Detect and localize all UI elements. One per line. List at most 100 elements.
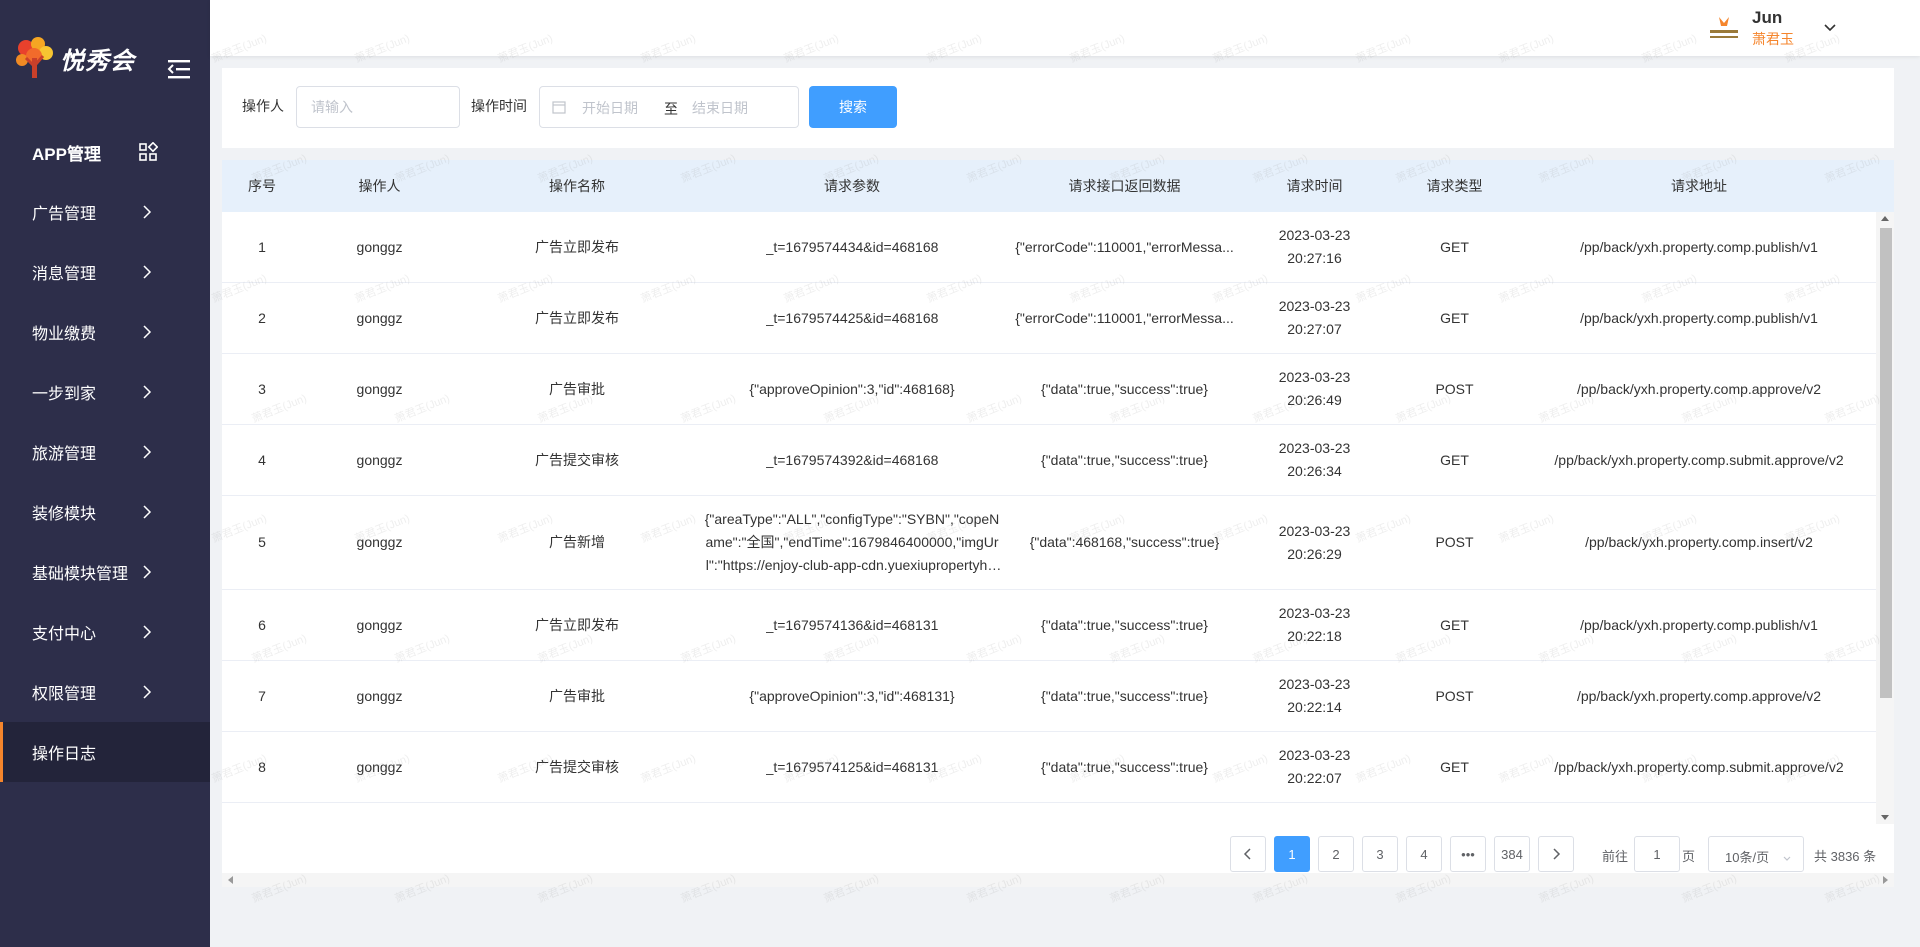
column-header-params: 请求参数	[824, 178, 880, 194]
sidebar-item-travel-management[interactable]: 旅游管理	[0, 422, 210, 482]
sidebar-item-ad-management[interactable]: 广告管理	[0, 182, 210, 242]
cell-url: /pp/back/yxh.property.comp.insert/v2	[1522, 496, 1876, 589]
cell-url: /pp/back/yxh.property.comp.approve/v2	[1522, 354, 1876, 424]
next-page-button[interactable]	[1538, 836, 1574, 872]
cell-action-text: 广告提交审核	[535, 758, 619, 775]
scroll-right-icon[interactable]	[1883, 876, 1888, 884]
cell-operator-text: gonggz	[356, 380, 403, 397]
scroll-up-icon[interactable]	[1881, 216, 1889, 221]
operator-input[interactable]	[296, 86, 460, 128]
sidebar-item-label: 支付中心	[32, 626, 97, 643]
prev-page-button[interactable]	[1230, 836, 1266, 872]
cell-response-text: {"data":true,"success":true}	[1041, 380, 1208, 397]
sidebar-item-message-management[interactable]: 消息管理	[0, 242, 210, 302]
chevron-right-icon	[140, 384, 154, 400]
cell-params-text: _t=1679574425&id=468168	[765, 309, 939, 326]
cell-response: {"data":true,"success":true}	[1007, 354, 1242, 424]
cell-request-time: 2023-03-23 20:27:16	[1242, 212, 1387, 282]
sidebar-item-operation-log[interactable]: 操作日志	[0, 722, 210, 782]
request-clock-time: 20:27:16	[1287, 250, 1342, 266]
cell-response-text: {"data":true,"success":true}	[1041, 451, 1208, 468]
cell-response-text: {"data":true,"success":true}	[1041, 758, 1208, 775]
page-button[interactable]: 2	[1318, 836, 1354, 872]
brand-name: 悦秀会	[60, 47, 135, 75]
cell-method: POST	[1387, 354, 1522, 424]
cell-action: 广告审批	[457, 661, 697, 731]
sidebar-item-app-management[interactable]: APP管理	[0, 122, 210, 182]
request-date: 2023-03-23	[1278, 676, 1351, 692]
column-header-response: 请求接口返回数据	[1068, 178, 1181, 194]
search-button[interactable]: 搜索	[809, 86, 897, 128]
logo: 悦秀会	[0, 0, 210, 116]
chevron-down-icon[interactable]	[1822, 20, 1838, 36]
chevron-right-icon	[140, 324, 154, 340]
cell-action-text: 广告审批	[549, 380, 605, 397]
cell-action-text: 广告审批	[549, 687, 605, 704]
more-pages-button[interactable]: •••	[1450, 836, 1486, 872]
cell-request-time	[1242, 803, 1387, 824]
cell-params: {"areaType":"ALL","configType":"SYBN","c…	[697, 803, 1007, 824]
cell-action: 广告立即发布	[457, 590, 697, 660]
scrollbar-thumb[interactable]	[1880, 228, 1892, 698]
sidebar-item-permission-management[interactable]: 权限管理	[0, 662, 210, 722]
request-clock-time: 20:26:29	[1287, 545, 1342, 562]
top-header: Jun 萧君玉	[210, 0, 1920, 56]
goto-page-input[interactable]	[1634, 836, 1680, 872]
sidebar-item-payment-center[interactable]: 支付中心	[0, 602, 210, 662]
cell-action-text: 广告立即发布	[535, 616, 619, 633]
cell-operator: gonggz	[302, 354, 457, 424]
cell-operator: gonggz	[302, 496, 457, 589]
menu-collapse-icon[interactable]	[166, 58, 192, 80]
cell-params: _t=1679574434&id=468168	[697, 212, 1007, 282]
cell-index-text: 7	[258, 687, 266, 704]
sidebar-item-base-module-management[interactable]: 基础模块管理	[0, 542, 210, 602]
start-date-input[interactable]: 开始日期	[582, 98, 638, 118]
cell-url-text: /pp/back/yxh.property.comp.publish/v1	[1580, 309, 1818, 326]
cell-operator: gonggz	[302, 283, 457, 353]
sidebar-item-one-step-home[interactable]: 一步到家	[0, 362, 210, 422]
cell-operator-text: gonggz	[356, 309, 403, 326]
date-range-picker[interactable]: 开始日期 至 结束日期	[539, 86, 799, 128]
scroll-down-icon[interactable]	[1881, 815, 1889, 820]
page-button[interactable]: 1	[1274, 836, 1310, 872]
sidebar-item-decoration-module[interactable]: 装修模块	[0, 482, 210, 542]
cell-method-text: GET	[1440, 451, 1469, 468]
cell-operator-text: gonggz	[356, 534, 403, 550]
operator-label: 操作人	[242, 98, 284, 114]
cell-action-text: 广告新增	[549, 534, 605, 550]
page-button[interactable]: 384	[1494, 836, 1530, 872]
page-button[interactable]: 3	[1362, 836, 1398, 872]
page-size-select[interactable]: 10条/页	[1708, 836, 1804, 872]
table-row: 7 gonggz 广告审批 {"approveOpinion":3,"id":4681…	[222, 661, 1876, 732]
cell-url	[1522, 803, 1876, 824]
cell-method-text: POST	[1435, 687, 1474, 704]
table-body: 1 gonggz 广告立即发布 _t=1679574434&id=468168 {"er…	[222, 212, 1876, 824]
sidebar-item-property-fee[interactable]: 物业缴费	[0, 302, 210, 362]
column-header-operator: 操作人	[358, 178, 401, 194]
scroll-left-icon[interactable]	[228, 876, 233, 884]
vertical-scrollbar[interactable]	[1876, 212, 1894, 824]
page-button[interactable]: 4	[1406, 836, 1442, 872]
request-date: 2023-03-23	[1278, 369, 1351, 385]
cell-response: {"data":468168,"success":true}	[1007, 496, 1242, 589]
cell-method: GET	[1387, 732, 1522, 802]
request-date: 2023-03-23	[1278, 298, 1351, 314]
cell-action: 广告立即发布	[457, 212, 697, 282]
horizontal-scrollbar[interactable]	[222, 873, 1894, 887]
cell-operator-text: gonggz	[356, 451, 403, 468]
cell-response	[1007, 803, 1242, 824]
cell-index: 2	[222, 283, 302, 353]
cell-request-time: 2023-03-23 20:22:07	[1242, 732, 1387, 802]
cell-operator	[302, 803, 457, 824]
sidebar-item-label: 装修模块	[32, 506, 97, 523]
cell-params: _t=1679574425&id=468168	[697, 283, 1007, 353]
cell-params: _t=1679574136&id=468131	[697, 590, 1007, 660]
cell-operator-text: gonggz	[356, 687, 403, 704]
end-date-input[interactable]: 结束日期	[692, 98, 748, 118]
cell-params-text: _t=1679574136&id=468131	[765, 616, 939, 633]
cell-index: 5	[222, 496, 302, 589]
cell-url: /pp/back/yxh.property.comp.publish/v1	[1522, 590, 1876, 660]
cell-response-text: {"data":468168,"success":true}	[1029, 534, 1220, 550]
cell-url-text: /pp/back/yxh.property.comp.approve/v2	[1576, 380, 1822, 397]
sidebar-menu: APP管理 广告管理 消息管理 物业缴费 一步到家 旅游管理 装修模块 基础模块…	[0, 122, 210, 782]
